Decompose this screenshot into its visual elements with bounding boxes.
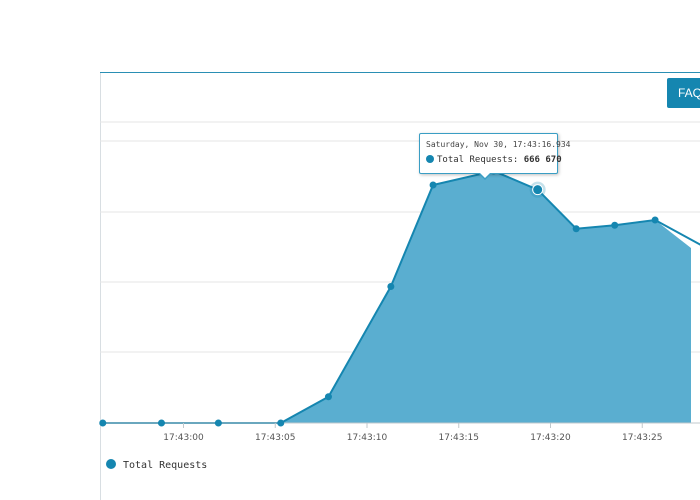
tooltip-series-name: Total Requests	[437, 155, 513, 165]
data-point	[277, 419, 285, 427]
data-point	[157, 419, 165, 427]
tooltip-caret-inner	[479, 172, 491, 178]
faq-button[interactable]: FAQ	[667, 78, 700, 108]
data-point	[214, 419, 222, 427]
x-tick-label: 17:43:20	[530, 433, 571, 443]
x-tick-label: 17:43:25	[622, 433, 662, 443]
data-point	[651, 216, 659, 224]
x-tick-label: 17:43:10	[347, 433, 388, 443]
tooltip-value: 666 670	[523, 155, 562, 165]
legend-dot-icon	[106, 459, 116, 469]
data-point	[324, 393, 332, 401]
legend-item-total-requests[interactable]: Total Requests	[106, 459, 207, 471]
data-point-highlighted	[532, 184, 544, 196]
data-point	[387, 283, 395, 290]
area-chart: 17:43:00 17:43:05 17:43:10 17:43:15 17:43:20…	[99, 121, 700, 443]
legend-label: Total Requests	[123, 460, 208, 471]
tooltip-row: Total Requests: 666 670	[426, 155, 562, 165]
x-tick-label: 17:43:05	[255, 433, 295, 443]
data-point	[99, 419, 107, 427]
tooltip-date: Saturday, Nov 30, 17:43:16.934	[426, 140, 571, 149]
data-point	[429, 181, 437, 189]
series-area	[102, 171, 691, 423]
chart-tooltip: Saturday, Nov 30, 17:43:16.934 Total Req…	[419, 133, 571, 174]
area-layer	[102, 169, 700, 424]
data-point	[611, 221, 619, 229]
x-tick-label: 17:43:00	[163, 433, 204, 443]
data-point	[572, 225, 580, 233]
tooltip-series-dot-icon	[426, 155, 434, 163]
x-tick-label: 17:43:15	[439, 433, 479, 443]
x-axis: 17:43:00 17:43:05 17:43:10 17:43:15 17:43:20…	[100, 422, 700, 443]
